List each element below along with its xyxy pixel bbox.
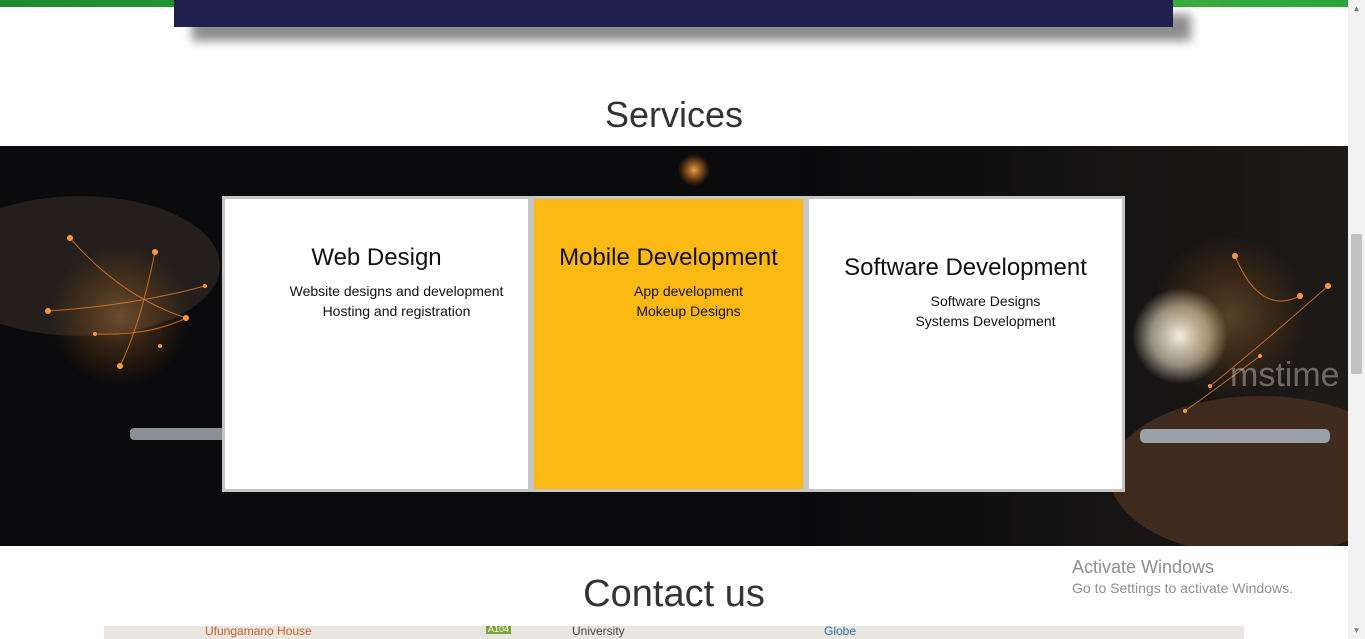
service-card-line: Systems Development (915, 313, 1056, 329)
activate-windows-watermark: Activate Windows Go to Settings to activ… (1072, 556, 1293, 598)
map-road-badge: A104 (486, 626, 512, 634)
service-card-line: Software Designs (930, 293, 1041, 309)
service-card-title: Web Design (311, 244, 442, 271)
embedded-map[interactable]: Ufungamano House A104 University Globe (104, 626, 1244, 639)
page-scrollbar[interactable]: ▲ ▼ (1348, 0, 1365, 639)
service-card-title: Mobile Development (559, 244, 778, 271)
service-card-title: Software Development (844, 254, 1087, 281)
map-label: Ufungamano House (205, 626, 312, 638)
scroll-down-arrow-icon[interactable]: ▼ (1348, 622, 1365, 639)
watermark-line1: Activate Windows (1072, 557, 1215, 577)
hero-watermark: mstime (1230, 356, 1340, 394)
service-card-line: Hosting and registration (322, 303, 471, 319)
service-card-mobile-development[interactable]: Mobile Development App development Mokeu… (531, 196, 806, 492)
service-card-line: App development (634, 283, 743, 299)
service-card-software-development[interactable]: Software Development Software Designs Sy… (806, 196, 1125, 492)
map-label: University (572, 626, 625, 638)
services-heading: Services (604, 94, 744, 135)
service-card-web-design[interactable]: Web Design Website designs and developme… (222, 196, 531, 492)
scroll-up-arrow-icon[interactable]: ▲ (1348, 0, 1365, 17)
watermark-line2: Go to Settings to activate Windows. (1072, 580, 1293, 596)
service-card-line: Website designs and development (289, 283, 504, 299)
map-label: Globe (824, 626, 857, 638)
navbar (174, 0, 1173, 27)
scrollbar-thumb[interactable] (1351, 234, 1362, 374)
service-card-line: Mokeup Designs (636, 303, 741, 319)
